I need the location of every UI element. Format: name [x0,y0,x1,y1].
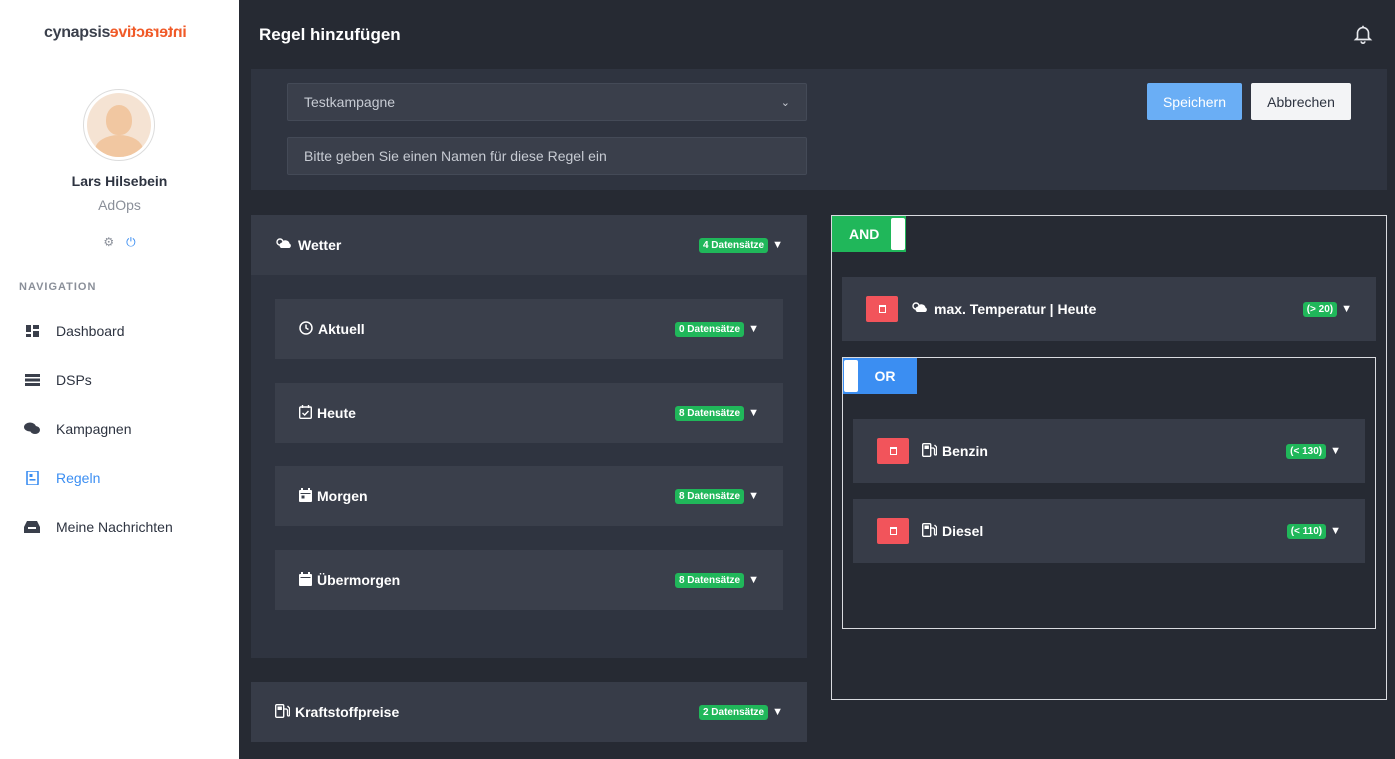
nav-title: NAVIGATION [19,281,97,293]
logo[interactable]: cynapsisinteractive [44,24,187,42]
count-badge: 8 Datensätze [674,572,745,588]
count-badge: 2 Datensätze [698,704,769,720]
gear-icon[interactable]: ⚙ [103,235,114,250]
nav: Dashboard DSPs Kampagnen Regeln Meine Na… [0,306,239,551]
bell-icon[interactable] [1352,23,1374,45]
rule-card[interactable]: Diesel (< 110) ▼ [853,499,1365,563]
condition-badge: (< 110) [1286,523,1327,539]
count-badge: 8 Datensätze [674,488,745,504]
rule-name-input[interactable] [287,137,807,175]
sidebar-item-nachrichten[interactable]: Meine Nachrichten [0,502,239,551]
fuel-panel: Kraftstoffpreise 2 Datensätze ▼ [251,682,807,742]
weather-panel: Wetter 4 Datensätze ▼ Aktuell 0 Datensät… [251,215,807,658]
sub-item-heute[interactable]: Heute 8 Datensätze ▼ [275,383,783,443]
sidebar-item-regeln[interactable]: Regeln [0,453,239,502]
calendar-icon [299,571,312,589]
page-title: Regel hinzufügen [259,25,401,44]
trash-icon [889,447,897,455]
cancel-button[interactable]: Abbrechen [1251,83,1351,120]
chevron-down-icon[interactable]: ▼ [1341,303,1352,315]
delete-button[interactable] [877,518,909,544]
chevron-down-icon[interactable]: ▼ [1330,445,1341,457]
save-button[interactable]: Speichern [1147,83,1242,120]
and-toggle[interactable]: AND [832,216,906,252]
count-badge: 8 Datensätze [674,405,745,421]
calendar-check-icon [298,404,313,422]
sidebar: cynapsisinteractive Lars Hilsebein AdOps… [0,0,239,759]
calendar-icon [299,487,312,505]
server-icon [24,373,40,387]
rules-icon [24,470,40,485]
trash-icon [878,305,886,313]
weather-icon [275,237,293,254]
chevron-down-icon[interactable]: ▼ [772,239,783,251]
sub-item-aktuell[interactable]: Aktuell 0 Datensätze ▼ [275,299,783,359]
clock-icon [299,320,313,338]
sidebar-item-dsps[interactable]: DSPs [0,355,239,404]
or-group: OR [842,357,1376,629]
comments-icon [24,422,40,436]
gas-pump-icon [921,522,938,540]
chevron-down-icon[interactable]: ▼ [748,490,759,502]
gas-pump-icon [921,442,938,460]
fuel-header[interactable]: Kraftstoffpreise 2 Datensätze ▼ [251,682,807,742]
delete-button[interactable] [877,438,909,464]
user-actions: ⚙ ⏻ [0,235,239,250]
weather-icon [911,301,929,318]
sub-item-uebermorgen[interactable]: Übermorgen 8 Datensätze ▼ [275,550,783,610]
count-badge: 0 Datensätze [674,321,745,337]
trash-icon [889,527,897,535]
avatar[interactable] [83,89,155,161]
toggle-knob[interactable] [844,360,858,392]
condition-badge: (> 20) [1302,301,1338,317]
chevron-down-icon: ⌄ [780,96,790,109]
user-name: Lars Hilsebein [71,173,168,189]
dashboard-icon [24,324,40,338]
condition-badge: (< 130) [1286,443,1327,459]
rule-form: Testkampagne ⌄ Speichern Abbrechen [251,69,1387,190]
power-icon[interactable]: ⏻ [126,235,136,250]
weather-header[interactable]: Wetter 4 Datensätze ▼ [251,215,807,275]
count-badge: 4 Datensätze [698,237,769,253]
chevron-down-icon[interactable]: ▼ [772,706,783,718]
sidebar-item-kampagnen[interactable]: Kampagnen [0,404,239,453]
campaign-select[interactable]: Testkampagne ⌄ [287,83,807,121]
user-role: AdOps [98,197,141,213]
sub-item-morgen[interactable]: Morgen 8 Datensätze ▼ [275,466,783,526]
toggle-knob[interactable] [891,218,905,250]
rule-card[interactable]: max. Temperatur | Heute (> 20) ▼ [842,277,1376,341]
rule-card[interactable]: Benzin (< 130) ▼ [853,419,1365,483]
delete-button[interactable] [866,296,898,322]
inbox-icon [24,520,40,534]
gas-pump-icon [274,703,291,721]
sidebar-item-dashboard[interactable]: Dashboard [0,306,239,355]
chevron-down-icon[interactable]: ▼ [748,407,759,419]
or-toggle[interactable]: OR [843,358,917,394]
chevron-down-icon[interactable]: ▼ [748,574,759,586]
chevron-down-icon[interactable]: ▼ [1330,525,1341,537]
chevron-down-icon[interactable]: ▼ [748,323,759,335]
